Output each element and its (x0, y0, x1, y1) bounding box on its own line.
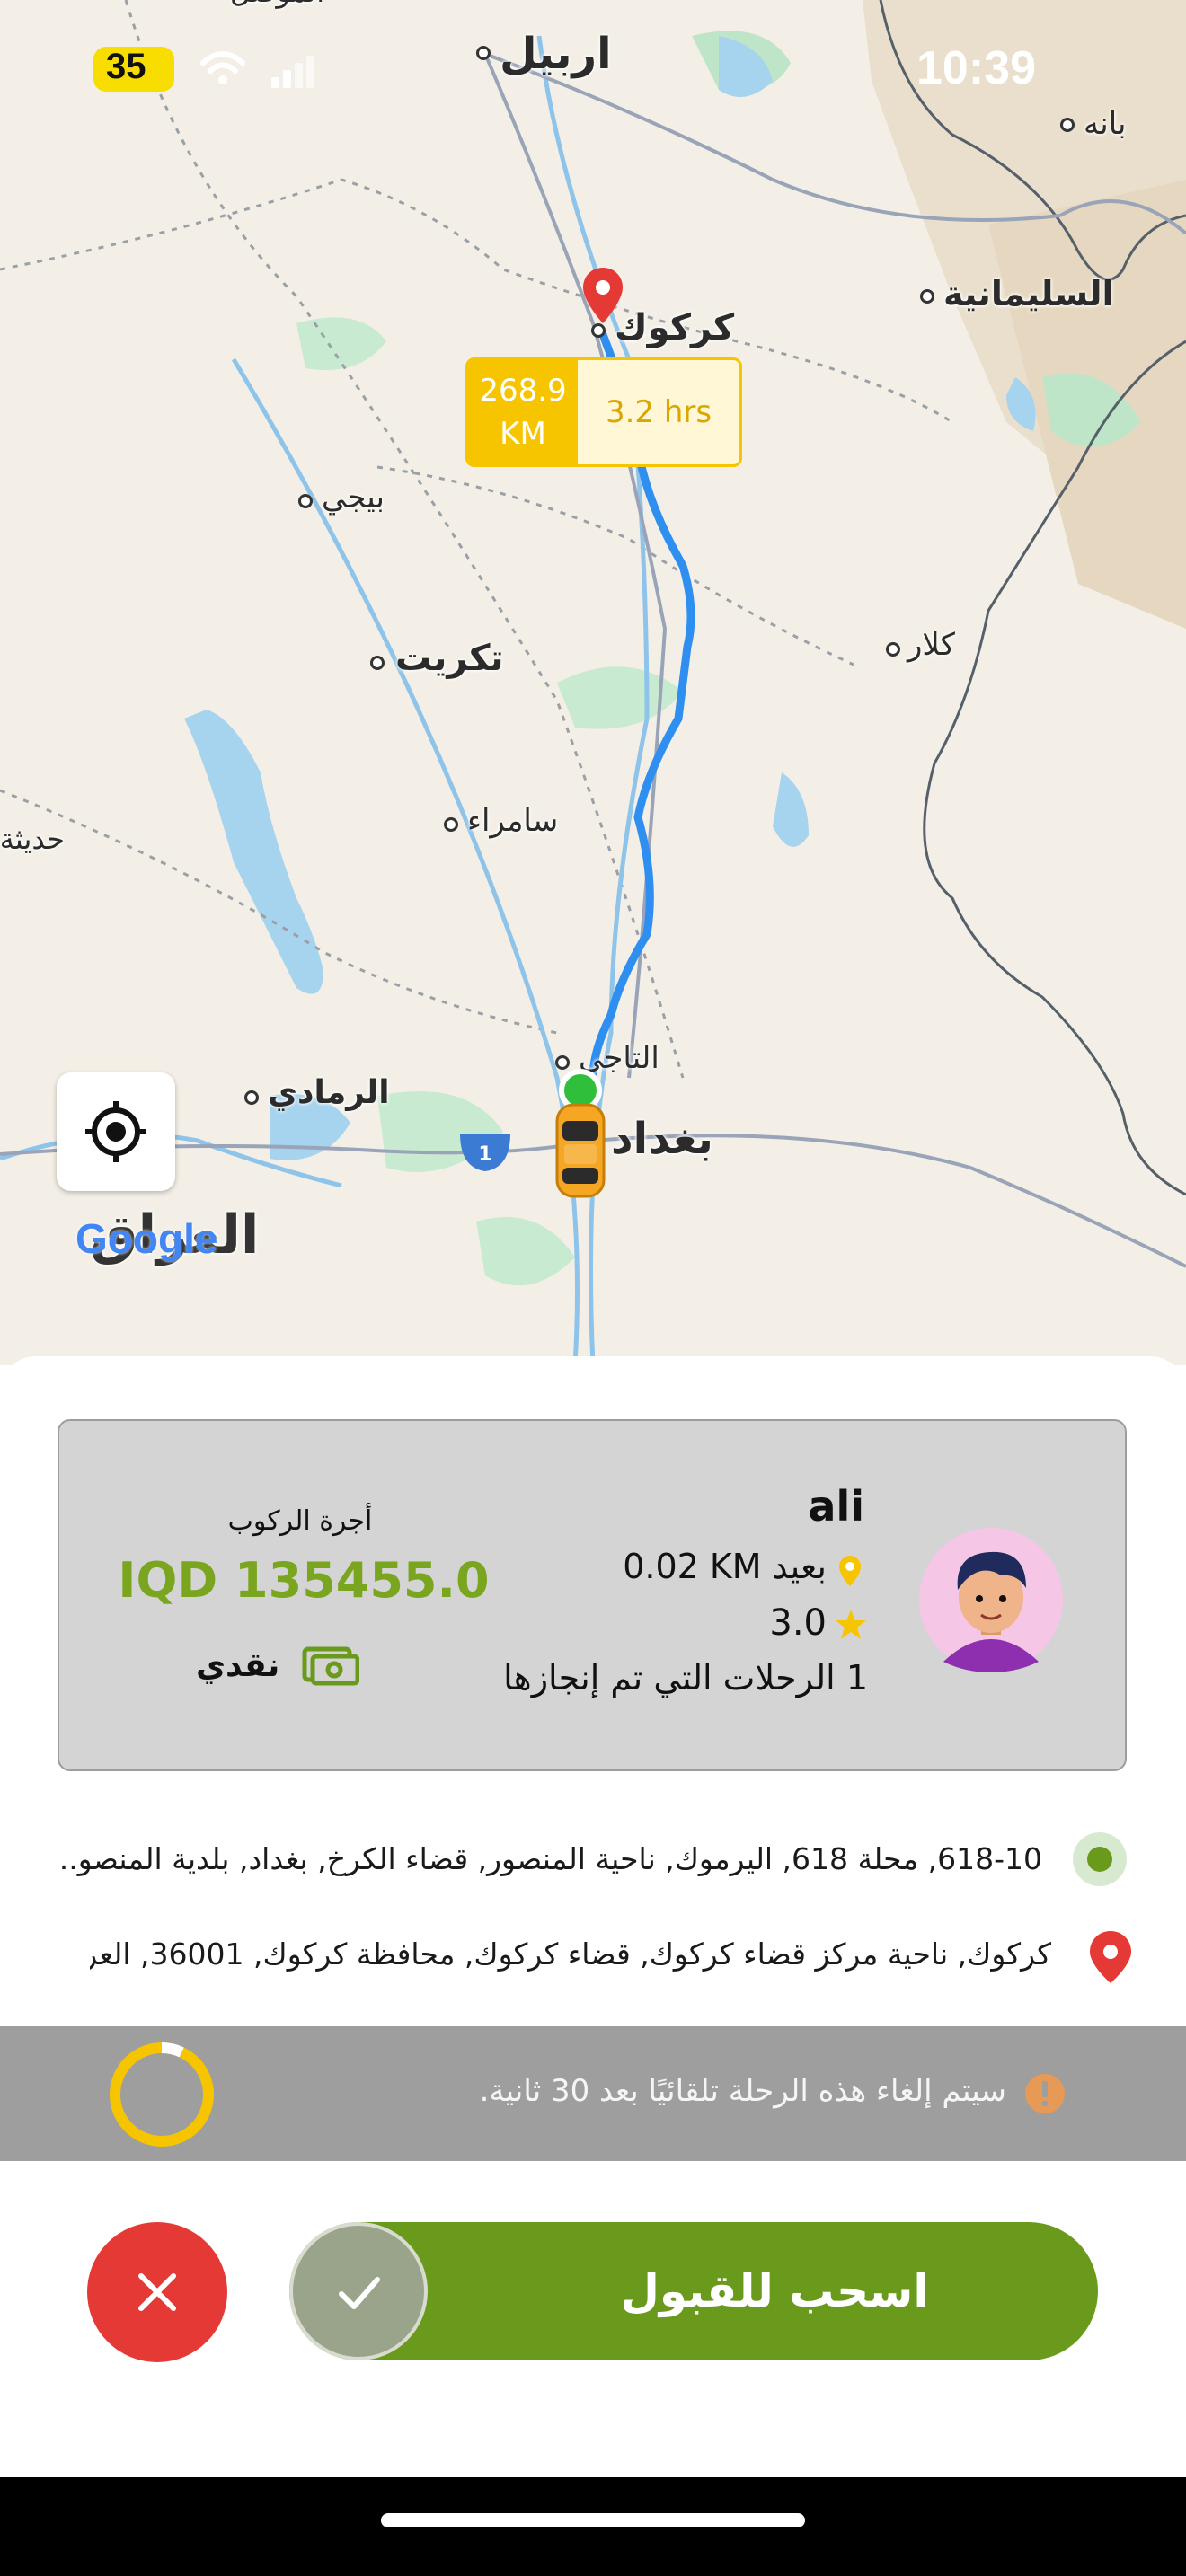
home-indicator (381, 2513, 805, 2527)
dropoff-address: كركوك, ناحية مركز قضاء كركوك, قضاء كركوك… (90, 1936, 1051, 1972)
home-indicator-bar (0, 2477, 1186, 2576)
car-icon (555, 1103, 606, 1198)
city-dot (370, 656, 385, 670)
city-dot (886, 642, 900, 657)
city-label-samarra: سامراء (467, 803, 559, 839)
city-dot (591, 323, 606, 338)
my-location-icon (85, 1101, 146, 1162)
city-label-erbil: اربيل (500, 29, 612, 79)
route-distance: 268.9 KM (468, 360, 578, 464)
star-icon (836, 1610, 866, 1639)
city-dot (476, 46, 491, 60)
auto-cancel-message: سيتم إلغاء هذه الرحلة تلقائيًا بعد 30 ثا… (479, 2073, 1006, 2109)
location-pin-icon (839, 1556, 861, 1586)
check-icon (339, 2277, 380, 2309)
route-distance-unit: KM (500, 416, 546, 452)
status-time: 10:39 (916, 42, 1036, 94)
city-dot (555, 1055, 570, 1070)
city-dot (444, 817, 458, 832)
swipe-to-accept-slider[interactable]: اسحب للقبول (289, 2222, 1098, 2360)
city-dot (1060, 118, 1075, 132)
city-label-kirkuk: كركوك (615, 307, 735, 348)
battery-level: 35 (106, 47, 146, 86)
route-distance-value: 268.9 (479, 373, 567, 409)
route-info-badge: 268.9 KM 3.2 hrs (465, 357, 742, 467)
wifi-icon (200, 51, 245, 84)
countdown-timer (110, 2042, 214, 2147)
highway-shield: 1 (460, 1134, 510, 1171)
rider-card: ali 0.02 KM بعيد 3.0 1 الرحلات التي تم إ… (58, 1419, 1127, 1771)
cash-icon (302, 1646, 359, 1686)
city-label-baghdad: بغداد (611, 1114, 713, 1164)
auto-cancel-banner: سيتم إلغاء هذه الرحلة تلقائيًا بعد 30 ثا… (0, 2026, 1186, 2161)
city-label-baneh: بانه (1084, 106, 1127, 142)
city-label-kalar: كلار (907, 627, 955, 663)
avatar (919, 1528, 1063, 1672)
close-icon (138, 2273, 176, 2311)
fare-label: أجرة الركوب (227, 1505, 373, 1537)
rider-name: ali (808, 1482, 864, 1531)
city-dot (920, 289, 934, 304)
map-view[interactable]: 1 اربيل الموصل بانه السليمانية كركوك بيج… (0, 0, 1186, 1365)
destination-pin-icon (583, 268, 623, 323)
fare-amount: IQD 135455.0 (118, 1552, 490, 1609)
info-icon (1025, 2074, 1065, 2113)
locate-me-button[interactable] (57, 1072, 175, 1191)
city-label-mosul: الموصل (230, 0, 324, 9)
city-dot (244, 1090, 259, 1105)
rider-trips-count: 1 الرحلات التي تم إنجازها (503, 1658, 868, 1698)
signal-icon (271, 56, 314, 88)
city-label-ramadi: الرمادي (268, 1074, 390, 1111)
rider-distance: 0.02 KM بعيد (623, 1547, 827, 1586)
city-label-baiji: بيجي (322, 480, 385, 516)
reject-button[interactable] (87, 2222, 227, 2362)
payment-method: نقدي (196, 1647, 280, 1684)
city-label-haditha: حديثة (0, 822, 65, 856)
pickup-address: 618-10, محلة 618, اليرموك, ناحية المنصور… (59, 1841, 1042, 1876)
city-label-tikrit: تكريت (395, 638, 504, 679)
swipe-handle[interactable] (289, 2222, 428, 2360)
pickup-marker-icon (1073, 1832, 1127, 1886)
google-logo: Google (75, 1215, 218, 1262)
swipe-label: اسحب للقبول (620, 2265, 929, 2317)
city-dot (298, 494, 313, 508)
svg-text:1: 1 (478, 1143, 491, 1166)
dropoff-pin-icon (1090, 1931, 1131, 1983)
route-duration: 3.2 hrs (605, 394, 712, 430)
city-label-sulaymaniyah: السليمانية (943, 274, 1114, 313)
rider-rating: 3.0 (769, 1602, 827, 1644)
